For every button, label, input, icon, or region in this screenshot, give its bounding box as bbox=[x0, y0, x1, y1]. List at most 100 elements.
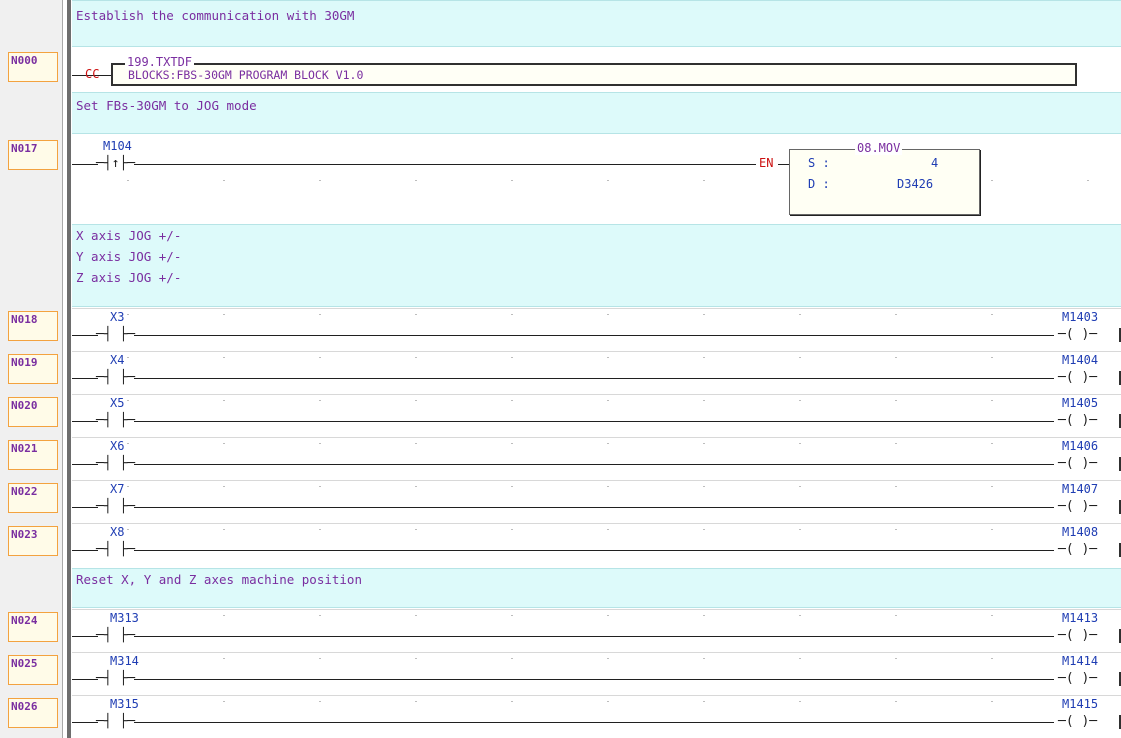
grid-dots bbox=[72, 658, 1121, 659]
grid-dots bbox=[72, 357, 1121, 358]
rung-separator bbox=[72, 437, 1121, 438]
output-coil-icon[interactable]: ─( )─ bbox=[1058, 328, 1097, 341]
normally-open-contact-icon[interactable]: ─┤ ├─ bbox=[96, 328, 135, 341]
row-number-n017[interactable]: N017 bbox=[8, 140, 58, 170]
rung-separator bbox=[72, 609, 1121, 610]
grid-dots bbox=[72, 443, 1121, 444]
rung-separator bbox=[72, 695, 1121, 696]
row-number[interactable]: N024 bbox=[8, 612, 58, 642]
normally-open-contact-icon[interactable]: ─┤ ├─ bbox=[96, 457, 135, 470]
normally-open-contact-icon[interactable]: ─┤ ├─ bbox=[96, 371, 135, 384]
operand-s-value: 4 bbox=[931, 156, 939, 170]
gutter-divider bbox=[62, 0, 63, 738]
grid-dots bbox=[72, 486, 1121, 487]
output-coil-icon[interactable]: ─( )─ bbox=[1058, 672, 1097, 685]
contact-label-m104: M104 bbox=[103, 139, 132, 153]
rung-wire bbox=[72, 335, 98, 336]
comment-line: Reset X, Y and Z axes machine position bbox=[76, 572, 362, 587]
contact-label: X3 bbox=[110, 310, 125, 324]
mov-function-name: 08.MOV bbox=[855, 141, 903, 155]
rung-wire bbox=[134, 464, 1054, 465]
output-coil-icon[interactable]: ─( )─ bbox=[1058, 371, 1097, 384]
coil-label: M1404 bbox=[1062, 353, 1099, 367]
coil-label: M1413 bbox=[1062, 611, 1099, 625]
rung-wire bbox=[72, 636, 98, 637]
normally-open-contact-icon[interactable]: ─┤ ├─ bbox=[96, 414, 135, 427]
rung-wire bbox=[134, 679, 1054, 680]
rung-separator bbox=[72, 351, 1121, 352]
row-number[interactable]: N021 bbox=[8, 440, 58, 470]
normally-open-contact-icon[interactable]: ─┤ ├─ bbox=[96, 500, 135, 513]
operand-d-value: D3426 bbox=[897, 177, 934, 191]
rung-wire bbox=[72, 378, 98, 379]
comment-line: X axis JOG +/- bbox=[76, 228, 182, 243]
row-number[interactable]: N019 bbox=[8, 354, 58, 384]
contact-label: X7 bbox=[110, 482, 125, 496]
contact-label: M315 bbox=[110, 697, 139, 711]
comment-block[interactable]: Reset X, Y and Z axes machine position bbox=[72, 568, 1121, 608]
contact-label: X4 bbox=[110, 353, 125, 367]
rung-wire bbox=[134, 378, 1054, 379]
contact-label: X5 bbox=[110, 396, 125, 410]
coil-label: M1407 bbox=[1062, 482, 1099, 496]
output-coil-icon[interactable]: ─( )─ bbox=[1058, 715, 1097, 728]
grid-dots bbox=[72, 400, 1121, 401]
rung-wire bbox=[72, 550, 98, 551]
coil-label: M1403 bbox=[1062, 310, 1099, 324]
row-number[interactable]: N022 bbox=[8, 483, 58, 513]
power-flow-label: CC bbox=[85, 67, 100, 81]
comment-line: Y axis JOG +/- bbox=[76, 249, 182, 264]
row-number[interactable]: N025 bbox=[8, 655, 58, 685]
normally-open-contact-icon[interactable]: ─┤ ├─ bbox=[96, 629, 135, 642]
rung-wire bbox=[134, 636, 1054, 637]
comment-line: Z axis JOG +/- bbox=[76, 270, 182, 285]
normally-open-contact-icon[interactable]: ─┤ ├─ bbox=[96, 715, 135, 728]
rising-edge-contact-icon[interactable]: ─┤↑├─ bbox=[96, 157, 135, 170]
rung-separator bbox=[72, 480, 1121, 481]
grid-dots bbox=[72, 615, 1121, 616]
rung-wire bbox=[134, 722, 1054, 723]
output-coil-icon[interactable]: ─( )─ bbox=[1058, 457, 1097, 470]
rung-wire bbox=[72, 679, 98, 680]
rung-wire bbox=[72, 507, 98, 508]
rung-wire bbox=[72, 164, 98, 165]
rung-wire bbox=[134, 335, 1054, 336]
contact-label: M314 bbox=[110, 654, 139, 668]
operand-d-label: D : bbox=[808, 177, 830, 191]
rung-separator bbox=[72, 652, 1121, 653]
row-number[interactable]: N023 bbox=[8, 526, 58, 556]
rung-wire bbox=[72, 464, 98, 465]
coil-label: M1405 bbox=[1062, 396, 1099, 410]
comment-line: Set FBs-30GM to JOG mode bbox=[76, 98, 257, 113]
rung-wire bbox=[134, 421, 1054, 422]
rung-separator bbox=[72, 308, 1121, 309]
output-coil-icon[interactable]: ─( )─ bbox=[1058, 414, 1097, 427]
row-number[interactable]: N026 bbox=[8, 698, 58, 728]
grid-dots bbox=[72, 701, 1121, 702]
comment-block[interactable]: Establish the communication with 30GM bbox=[72, 0, 1121, 47]
output-coil-icon[interactable]: ─( )─ bbox=[1058, 629, 1097, 642]
normally-open-contact-icon[interactable]: ─┤ ├─ bbox=[96, 543, 135, 556]
row-number[interactable]: N020 bbox=[8, 397, 58, 427]
output-coil-icon[interactable]: ─( )─ bbox=[1058, 543, 1097, 556]
coil-label: M1415 bbox=[1062, 697, 1099, 711]
rung-wire bbox=[134, 164, 756, 165]
enable-label: EN bbox=[759, 156, 774, 170]
comment-block[interactable]: Set FBs-30GM to JOG mode bbox=[72, 92, 1121, 134]
output-coil-icon[interactable]: ─( )─ bbox=[1058, 500, 1097, 513]
rung-separator bbox=[72, 523, 1121, 524]
operand-s-label: S : bbox=[808, 156, 830, 170]
left-power-rail bbox=[67, 0, 71, 738]
comment-block[interactable]: X axis JOG +/- Y axis JOG +/- Z axis JOG… bbox=[72, 224, 1121, 307]
rung-separator bbox=[72, 394, 1121, 395]
rung-wire bbox=[72, 421, 98, 422]
coil-label: M1406 bbox=[1062, 439, 1099, 453]
contact-label: X8 bbox=[110, 525, 125, 539]
comment-line: Establish the communication with 30GM bbox=[76, 8, 355, 23]
coil-label: M1408 bbox=[1062, 525, 1099, 539]
normally-open-contact-icon[interactable]: ─┤ ├─ bbox=[96, 672, 135, 685]
rung-wire bbox=[778, 164, 789, 165]
row-number-n000[interactable]: N000 bbox=[8, 52, 58, 82]
row-number[interactable]: N018 bbox=[8, 311, 58, 341]
grid-dots bbox=[72, 314, 1121, 315]
